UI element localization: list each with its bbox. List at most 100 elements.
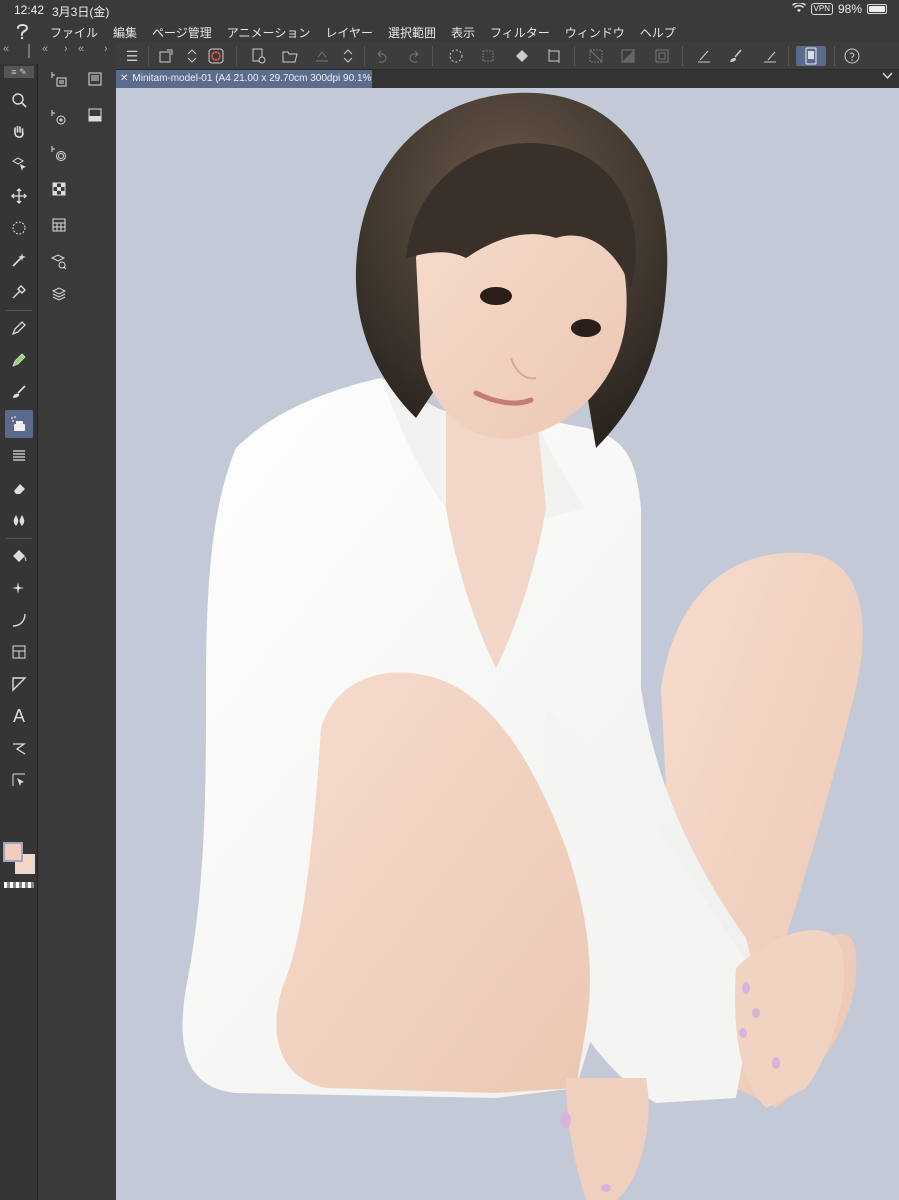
decoration-icon[interactable] xyxy=(5,442,33,470)
layer-search-icon[interactable] xyxy=(48,250,70,272)
clip-studio-icon[interactable] xyxy=(206,46,226,66)
deselect-icon[interactable] xyxy=(586,46,606,66)
brush-icon[interactable] xyxy=(726,46,746,66)
collapse-icon[interactable]: « xyxy=(3,43,9,55)
sub-tool-palette: « › « › xyxy=(38,42,116,1200)
fill-icon[interactable] xyxy=(5,542,33,570)
sparkle-icon[interactable] xyxy=(5,574,33,602)
collapse-left-icon[interactable]: « xyxy=(78,43,84,55)
toolbar-divider xyxy=(432,46,433,66)
main-color-swatch[interactable] xyxy=(3,842,23,862)
hand-icon[interactable] xyxy=(5,118,33,146)
hamburger-menu-icon[interactable]: ☰ xyxy=(122,46,142,66)
balloon-icon[interactable] xyxy=(5,734,33,762)
toolbar-divider xyxy=(148,46,149,66)
status-bar: 12:42 3月3日(金) VPN 98% xyxy=(0,0,899,20)
app-logo-icon[interactable] xyxy=(14,22,32,40)
loading-spinner-icon[interactable] xyxy=(446,46,466,66)
menu-selection[interactable]: 選択範囲 xyxy=(388,24,436,41)
blend-icon[interactable] xyxy=(5,506,33,534)
selection-lasso-icon[interactable] xyxy=(5,214,33,242)
toolbar-divider xyxy=(574,46,575,66)
menu-filter[interactable]: フィルター xyxy=(490,24,550,41)
brush-size-icon[interactable] xyxy=(48,142,70,164)
airbrush-icon[interactable] xyxy=(5,410,33,438)
ruler-icon[interactable] xyxy=(5,670,33,698)
frame-icon[interactable] xyxy=(5,638,33,666)
correct-line-icon[interactable] xyxy=(5,766,33,794)
redo-icon[interactable] xyxy=(404,46,424,66)
left-eye xyxy=(480,287,512,305)
material-icon[interactable] xyxy=(48,214,70,236)
updown-chevron-icon[interactable] xyxy=(338,46,358,66)
palette-handle[interactable] xyxy=(28,44,30,58)
right-eye xyxy=(571,319,601,337)
menu-view[interactable]: 表示 xyxy=(451,24,475,41)
layers-icon[interactable] xyxy=(48,282,70,304)
battery-percent: 98% xyxy=(837,2,862,16)
menu-page[interactable]: ページ管理 xyxy=(152,24,212,41)
pen-line-icon[interactable] xyxy=(760,46,780,66)
vpn-badge: VPN xyxy=(810,3,833,15)
move-icon[interactable] xyxy=(5,182,33,210)
object-select-icon[interactable] xyxy=(5,150,33,178)
hand-shape xyxy=(735,929,845,1108)
new-file-icon[interactable] xyxy=(156,46,176,66)
invert-selection-icon[interactable] xyxy=(618,46,638,66)
status-date: 3月3日(金) xyxy=(52,5,110,19)
eraser-icon[interactable] xyxy=(5,474,33,502)
curve-icon[interactable] xyxy=(5,606,33,634)
palette-menu-icon[interactable]: ≡ ✎ xyxy=(4,66,34,78)
collapse-left-icon[interactable]: « xyxy=(42,43,48,55)
tool-property-icon[interactable] xyxy=(48,106,70,128)
open-folder-icon[interactable] xyxy=(280,46,300,66)
menu-bar: ファイル 編集 ページ管理 アニメーション レイヤー 選択範囲 表示 フィルター… xyxy=(0,20,899,42)
text-tool-icon[interactable]: A xyxy=(5,702,33,730)
menu-animation[interactable]: アニメーション xyxy=(227,24,311,41)
expand-right-icon[interactable]: › xyxy=(64,43,68,55)
updown-chevron-icon[interactable] xyxy=(182,46,202,66)
eyedropper-icon[interactable] xyxy=(5,278,33,306)
smartphone-mode-icon[interactable] xyxy=(796,46,826,66)
close-tab-icon[interactable]: ✕ xyxy=(120,73,128,84)
expand-right-icon[interactable]: › xyxy=(104,43,108,55)
color-swatches[interactable] xyxy=(3,842,37,878)
zoom-icon[interactable] xyxy=(5,86,33,114)
toolbar-divider xyxy=(834,46,835,66)
undo-icon[interactable] xyxy=(372,46,392,66)
wifi-icon xyxy=(791,2,806,16)
menu-file[interactable]: ファイル xyxy=(50,24,98,41)
crop-icon[interactable] xyxy=(544,46,564,66)
tab-title: Minitam-model-01 (A4 21.00 x 29.70cm 300… xyxy=(132,73,372,84)
brush-tool-icon[interactable] xyxy=(5,378,33,406)
transparent-color-swatch[interactable] xyxy=(4,882,34,888)
pencil-icon[interactable] xyxy=(5,346,33,374)
toolbar-divider xyxy=(364,46,365,66)
export-icon[interactable] xyxy=(312,46,332,66)
pen-icon[interactable] xyxy=(5,314,33,342)
toolbar-divider xyxy=(236,46,237,66)
menu-help[interactable]: ヘルプ xyxy=(640,24,676,41)
color-set-icon[interactable] xyxy=(48,178,70,200)
toolbar-divider xyxy=(788,46,789,66)
selection-border-icon[interactable] xyxy=(652,46,672,66)
sub-tool-icon[interactable] xyxy=(48,68,70,90)
tab-document[interactable]: ✕ Minitam-model-01 (A4 21.00 x 29.70cm 30… xyxy=(116,70,372,88)
help-icon[interactable] xyxy=(842,46,862,66)
menu-edit[interactable]: 編集 xyxy=(113,24,137,41)
menu-layer[interactable]: レイヤー xyxy=(325,24,373,41)
transform-icon[interactable] xyxy=(478,46,498,66)
menu-items: ファイル 編集 ページ管理 アニメーション レイヤー 選択範囲 表示 フィルター… xyxy=(50,24,691,41)
drawing-canvas[interactable] xyxy=(116,88,899,1200)
ruler-pen-icon[interactable] xyxy=(694,46,714,66)
new-page-icon[interactable] xyxy=(248,46,268,66)
chevron-down-icon[interactable] xyxy=(882,71,893,83)
menu-window[interactable]: ウィンドウ xyxy=(565,24,625,41)
command-toolbar: ☰ xyxy=(116,42,899,70)
navigator-icon[interactable] xyxy=(84,104,106,126)
fill-bucket-icon[interactable] xyxy=(512,46,532,66)
layer-property-icon[interactable] xyxy=(84,68,106,90)
magic-wand-icon[interactable] xyxy=(5,246,33,274)
battery-icon xyxy=(867,4,887,14)
document-tab-bar: ✕ Minitam-model-01 (A4 21.00 x 29.70cm 30… xyxy=(116,70,899,88)
